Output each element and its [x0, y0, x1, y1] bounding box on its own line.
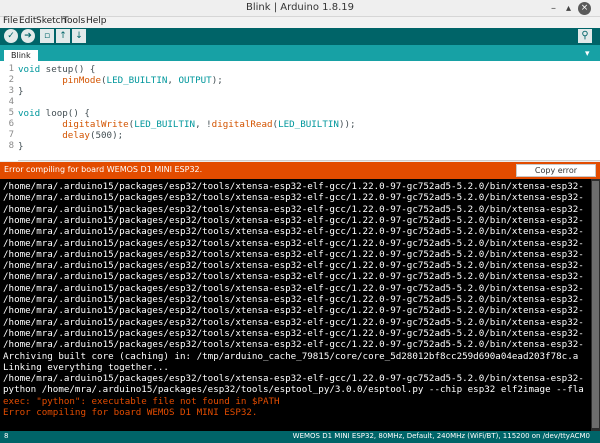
- close-icon[interactable]: ×: [578, 2, 591, 15]
- code-text: digitalWrite(LED_BUILTIN, !digitalRead(L…: [18, 119, 356, 130]
- tab-menu-icon[interactable]: ▾: [585, 49, 590, 59]
- arduino-ide-window: Blink | Arduino 1.8.19 – ▴ × File Edit S…: [0, 0, 600, 443]
- serial-monitor-icon[interactable]: ⚲: [578, 29, 592, 43]
- console-line: /home/mra/.arduino15/packages/esp32/tool…: [3, 271, 584, 283]
- console-line: Linking everything together...: [3, 361, 169, 373]
- line-number: 5: [8, 108, 14, 118]
- code-token: void: [18, 64, 46, 75]
- board-info: WEMOS D1 MINI ESP32, 80MHz, Default, 240…: [292, 432, 590, 440]
- console-line: /home/mra/.arduino15/packages/esp32/tool…: [3, 316, 584, 328]
- tab-bar: Blink ▾: [0, 45, 600, 61]
- console-line: python /home/mra/.arduino15/packages/esp…: [3, 384, 584, 396]
- cursor-line-number: 8: [4, 432, 9, 440]
- menu-file[interactable]: File: [3, 16, 18, 26]
- console-line: Archiving built core (caching) in: /tmp/…: [3, 350, 579, 362]
- console-line: /home/mra/.arduino15/packages/esp32/tool…: [3, 294, 584, 305]
- open-icon[interactable]: ↑: [56, 29, 70, 43]
- code-text: delay(500);: [18, 130, 123, 141]
- code-token: setup() {: [45, 64, 96, 75]
- code-token: loop() {: [45, 108, 90, 119]
- console-line: /home/mra/.arduino15/packages/esp32/tool…: [3, 181, 584, 192]
- code-token: LED_BUILTIN: [106, 75, 168, 86]
- new-icon[interactable]: ▫: [40, 29, 54, 43]
- line-number: 3: [8, 86, 14, 96]
- code-token: digitalRead: [211, 119, 273, 130]
- menu-help[interactable]: Help: [86, 16, 107, 26]
- code-token: }: [18, 141, 24, 152]
- code-token: LED_BUILTIN: [134, 119, 196, 130]
- code-token: );: [211, 75, 223, 86]
- code-token: digitalWrite: [62, 119, 129, 130]
- code-token: , !: [195, 119, 212, 130]
- code-text: }: [18, 141, 24, 152]
- console-line: /home/mra/.arduino15/packages/esp32/tool…: [3, 282, 584, 294]
- toolbar: ✓ ➔ ▫ ↑ ↓ ⚲: [0, 28, 600, 45]
- code-editor[interactable]: 1 void setup() { 2 pinMode(LED_BUILTIN, OU…: [0, 61, 600, 161]
- code-text: void setup() {: [18, 64, 95, 75]
- code-token: LED_BUILTIN: [278, 119, 339, 130]
- console-line: /home/mra/.arduino15/packages/esp32/tool…: [3, 305, 584, 317]
- verify-icon[interactable]: ✓: [4, 29, 18, 43]
- line-number: 2: [8, 75, 14, 85]
- line-number: 1: [8, 64, 14, 74]
- window-title: Blink | Arduino 1.8.19: [246, 2, 354, 13]
- tab-blink[interactable]: Blink: [4, 50, 38, 61]
- line-number: 4: [8, 97, 14, 107]
- line-number: 6: [8, 119, 14, 129]
- console-line: /home/mra/.arduino15/packages/esp32/tool…: [3, 373, 584, 385]
- console-line: /home/mra/.arduino15/packages/esp32/tool…: [3, 192, 584, 204]
- menu-tools[interactable]: Tools: [63, 16, 85, 26]
- error-status-bar: Error compiling for board WEMOS D1 MINI …: [0, 162, 600, 186]
- console-line: /home/mra/.arduino15/packages/esp32/tool…: [3, 327, 584, 339]
- title-bar: Blink | Arduino 1.8.19 – ▴ ×: [0, 0, 600, 17]
- console-line: /home/mra/.arduino15/packages/esp32/tool…: [3, 339, 584, 351]
- save-icon[interactable]: ↓: [72, 29, 86, 43]
- code-token: ,: [167, 75, 179, 86]
- console-error-line: Error compiling for board WEMOS D1 MINI …: [3, 407, 258, 418]
- upload-icon[interactable]: ➔: [21, 29, 35, 43]
- line-number: 7: [8, 130, 14, 140]
- minimize-icon[interactable]: –: [547, 2, 560, 15]
- code-token: void: [18, 108, 46, 119]
- status-bar: 8 WEMOS D1 MINI ESP32, 80MHz, Default, 2…: [0, 431, 600, 443]
- console-line: /home/mra/.arduino15/packages/esp32/tool…: [3, 248, 584, 260]
- console-line: /home/mra/.arduino15/packages/esp32/tool…: [3, 260, 584, 272]
- error-message: Error compiling for board WEMOS D1 MINI …: [4, 165, 203, 174]
- console-scrollbar-thumb[interactable]: [592, 181, 599, 428]
- console-line: /home/mra/.arduino15/packages/esp32/tool…: [3, 226, 584, 238]
- code-token: (500);: [89, 130, 124, 141]
- console-line: /home/mra/.arduino15/packages/esp32/tool…: [3, 203, 584, 215]
- code-text: void loop() {: [18, 108, 90, 119]
- maximize-icon[interactable]: ▴: [562, 2, 575, 15]
- code-text: pinMode(LED_BUILTIN, OUTPUT);: [18, 75, 223, 86]
- code-token: }: [18, 86, 24, 97]
- menu-sketch[interactable]: Sketch: [36, 16, 66, 26]
- code-token: delay: [62, 130, 90, 141]
- console-line: /home/mra/.arduino15/packages/esp32/tool…: [3, 214, 584, 226]
- copy-error-messages-button[interactable]: Copy error messages: [516, 164, 596, 186]
- menu-edit[interactable]: Edit: [19, 16, 36, 26]
- code-token: pinMode: [62, 75, 101, 86]
- menu-bar: File Edit Sketch Tools Help: [0, 16, 600, 28]
- code-token: ));: [338, 119, 356, 130]
- line-number: 8: [8, 141, 14, 151]
- console-output[interactable]: /home/mra/.arduino15/packages/esp32/tool…: [0, 179, 591, 431]
- console-line: /home/mra/.arduino15/packages/esp32/tool…: [3, 237, 584, 249]
- code-text: }: [18, 86, 24, 97]
- console-error-line: exec: "python": executable file not foun…: [3, 395, 280, 407]
- code-token: OUTPUT: [178, 75, 212, 86]
